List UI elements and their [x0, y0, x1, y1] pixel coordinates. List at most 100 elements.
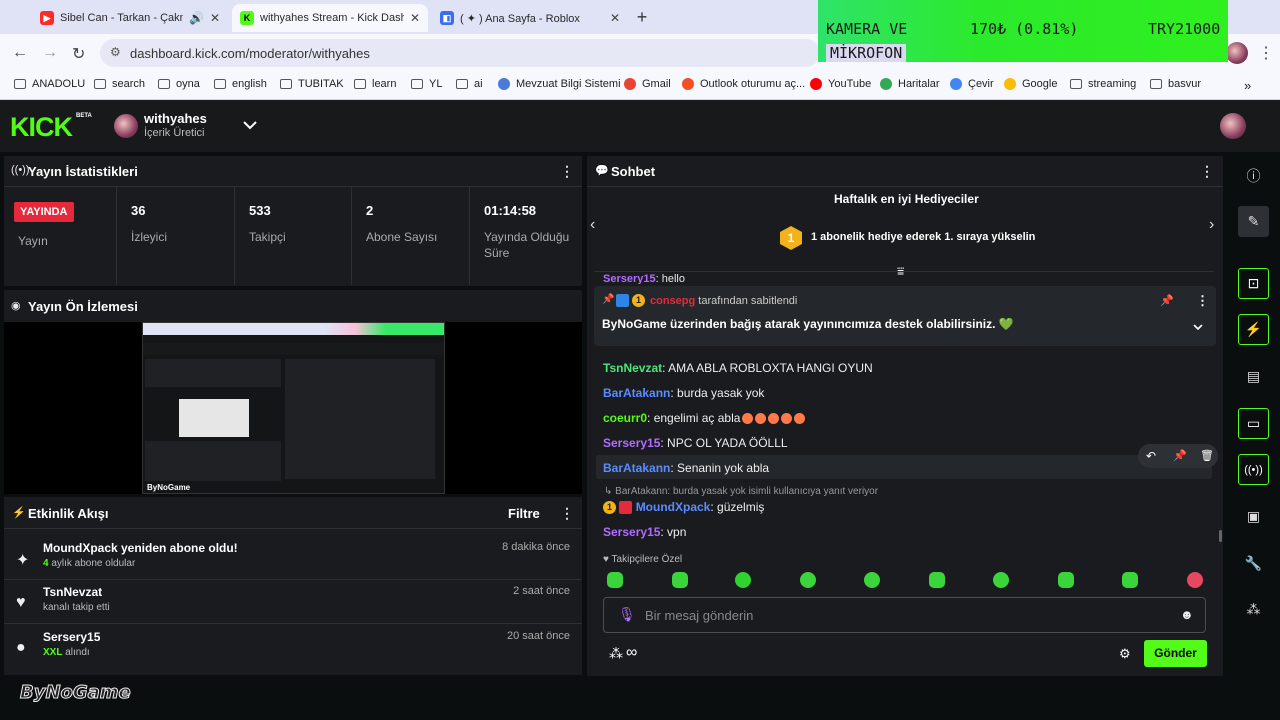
- activity-item[interactable]: ● Sersery15 XXL alındı 20 saat önce: [4, 625, 582, 669]
- speaker-icon[interactable]: 🔊: [189, 11, 204, 25]
- chat-message: BarAtakann: burda yasak yok: [603, 386, 764, 400]
- tab-kick-dashboard[interactable]: K withyahes Stream - Kick Dashbo ✕: [232, 4, 428, 32]
- bookmark-item[interactable]: ai: [456, 78, 483, 90]
- channel-avatar[interactable]: [114, 114, 138, 138]
- chat-bubble-icon: 💬: [595, 165, 609, 177]
- bookmark-item[interactable]: basvur: [1150, 78, 1201, 90]
- close-tab-icon[interactable]: ✕: [410, 11, 420, 25]
- bookmark-item[interactable]: streaming: [1070, 78, 1136, 90]
- chevron-right-icon[interactable]: ›: [1209, 216, 1214, 234]
- maps-icon: [880, 78, 892, 90]
- close-tab-icon[interactable]: ✕: [610, 11, 620, 25]
- profile-avatar[interactable]: [1226, 42, 1248, 64]
- back-arrow-icon[interactable]: ←: [12, 44, 28, 62]
- bookmark-item[interactable]: Gmail: [624, 78, 671, 90]
- microphone-icon[interactable]: 🎙: [618, 606, 636, 623]
- activity-item[interactable]: ♥ TsnNevzat kanalı takip etti 2 saat önc…: [4, 580, 582, 624]
- emote-icon[interactable]: [1122, 572, 1138, 588]
- reload-icon[interactable]: ↻: [72, 44, 85, 64]
- user-avatar[interactable]: [1220, 113, 1246, 139]
- tab-roblox[interactable]: ◧ ( ✦ ) Ana Sayfa - Roblox ✕: [432, 4, 628, 32]
- chat-username[interactable]: Sersery15: [603, 525, 660, 539]
- chat-username[interactable]: Sersery15: [603, 436, 660, 450]
- new-tab-button[interactable]: +: [632, 8, 652, 28]
- chat-icon[interactable]: ▭: [1238, 408, 1269, 439]
- emote-icon[interactable]: [864, 572, 880, 588]
- emoji-picker-icon[interactable]: ☻: [1180, 607, 1194, 622]
- bookmark-label: Çevir: [968, 78, 994, 90]
- bookmark-item[interactable]: YL: [411, 78, 442, 90]
- emote-icon[interactable]: [672, 572, 688, 588]
- bookmark-item[interactable]: Mevzuat Bilgi Sistemi: [498, 78, 621, 90]
- stream-preview-video[interactable]: ByNoGame: [142, 322, 445, 494]
- emote-icon[interactable]: [993, 572, 1009, 588]
- forward-arrow-icon[interactable]: →: [42, 44, 58, 62]
- reply-icon[interactable]: ↶: [1146, 449, 1156, 463]
- points-icon[interactable]: ⁂: [609, 645, 623, 662]
- chat-username[interactable]: Sersery15: [603, 274, 656, 284]
- info-icon[interactable]: ⓘ: [1238, 160, 1269, 191]
- pin-message-icon[interactable]: 📌: [1173, 449, 1187, 462]
- chat-username[interactable]: MoundXpack: [636, 500, 711, 514]
- video-icon[interactable]: ▣: [1238, 501, 1269, 532]
- kebab-menu-icon[interactable]: ⋮: [1200, 163, 1214, 180]
- tab-youtube[interactable]: ▶ Sibel Can - Tarkan - Çakmak 🔊 ✕: [32, 4, 228, 32]
- broadcast-icon[interactable]: ((•)): [1238, 454, 1269, 485]
- bookmark-item[interactable]: ANADOLU: [14, 78, 85, 90]
- infinity-icon[interactable]: ∞: [626, 644, 637, 662]
- edit-icon[interactable]: ✎: [1238, 206, 1269, 237]
- chat-username[interactable]: BarAtakann: [603, 386, 670, 400]
- browser-menu-icon[interactable]: ⋮: [1258, 43, 1274, 63]
- chat-username[interactable]: coeurr0: [603, 411, 647, 425]
- bookmark-item[interactable]: english: [214, 78, 267, 90]
- chat-message[interactable]: BarAtakann: Senanin yok abla: [603, 461, 769, 475]
- close-tab-icon[interactable]: ✕: [210, 11, 220, 25]
- bookmark-item[interactable]: TUBITAK: [280, 78, 344, 90]
- chevron-down-icon[interactable]: [1192, 321, 1204, 333]
- folder-icon: [354, 79, 366, 89]
- site-info-icon[interactable]: ⚙: [110, 45, 121, 59]
- chat-scrollbar[interactable]: [1219, 530, 1222, 542]
- emote-icon[interactable]: [607, 572, 623, 588]
- notes-icon[interactable]: ▤: [1238, 361, 1269, 392]
- apps-icon[interactable]: ⁂: [1238, 594, 1269, 625]
- bookmark-item[interactable]: Google: [1004, 78, 1057, 90]
- delete-icon[interactable]: 🗑: [1200, 449, 1214, 462]
- kebab-menu-icon[interactable]: ⋮: [560, 163, 574, 180]
- chat-text: : hello: [655, 274, 685, 284]
- send-button[interactable]: Gönder: [1144, 640, 1207, 667]
- pinned-by-user[interactable]: consepg: [650, 295, 695, 307]
- wrench-icon[interactable]: 🔧: [1238, 548, 1269, 579]
- folder-icon: [1150, 79, 1162, 89]
- bookmark-item[interactable]: oyna: [158, 78, 200, 90]
- bookmarks-bar: ANADOLU search oyna english TUBITAK lear…: [0, 72, 1280, 100]
- bookmark-item[interactable]: YouTube: [810, 78, 871, 90]
- screenshot-icon[interactable]: ⊡: [1238, 268, 1269, 299]
- stat-value: 533: [249, 203, 271, 218]
- kebab-menu-icon[interactable]: ⋮: [1196, 293, 1209, 309]
- chat-username[interactable]: TsnNevzat: [603, 361, 662, 375]
- chat-username[interactable]: BarAtakann: [603, 461, 670, 475]
- unpin-icon[interactable]: 📌: [1160, 294, 1174, 307]
- kick-logo[interactable]: KICK: [10, 112, 73, 143]
- emote-icon[interactable]: [735, 572, 751, 588]
- emote-icon[interactable]: [1058, 572, 1074, 588]
- emote-icon[interactable]: [1187, 572, 1203, 588]
- gear-icon[interactable]: ⚙: [1119, 646, 1131, 662]
- emote-icon[interactable]: [800, 572, 816, 588]
- chat-text: : burda yasak yok: [670, 386, 765, 400]
- bookmark-item[interactable]: Outlook oturumu aç...: [682, 78, 805, 90]
- emote-icon[interactable]: [929, 572, 945, 588]
- chevron-left-icon[interactable]: ‹: [590, 216, 595, 234]
- more-bookmarks-icon[interactable]: »: [1244, 78, 1251, 93]
- bookmark-item[interactable]: Haritalar: [880, 78, 940, 90]
- url-field[interactable]: ⚙ dashboard.kick.com/moderator/withyahes: [100, 39, 820, 67]
- activity-item[interactable]: ✦ MoundXpack yeniden abone oldu! 4 aylık…: [4, 536, 582, 580]
- bookmark-item[interactable]: learn: [354, 78, 396, 90]
- bookmark-item[interactable]: search: [94, 78, 145, 90]
- chevron-down-icon[interactable]: [241, 116, 259, 134]
- filter-button[interactable]: Filtre: [508, 506, 540, 521]
- bookmark-item[interactable]: Çevir: [950, 78, 994, 90]
- lightning-icon[interactable]: ⚡: [1238, 314, 1269, 345]
- kebab-menu-icon[interactable]: ⋮: [560, 505, 574, 522]
